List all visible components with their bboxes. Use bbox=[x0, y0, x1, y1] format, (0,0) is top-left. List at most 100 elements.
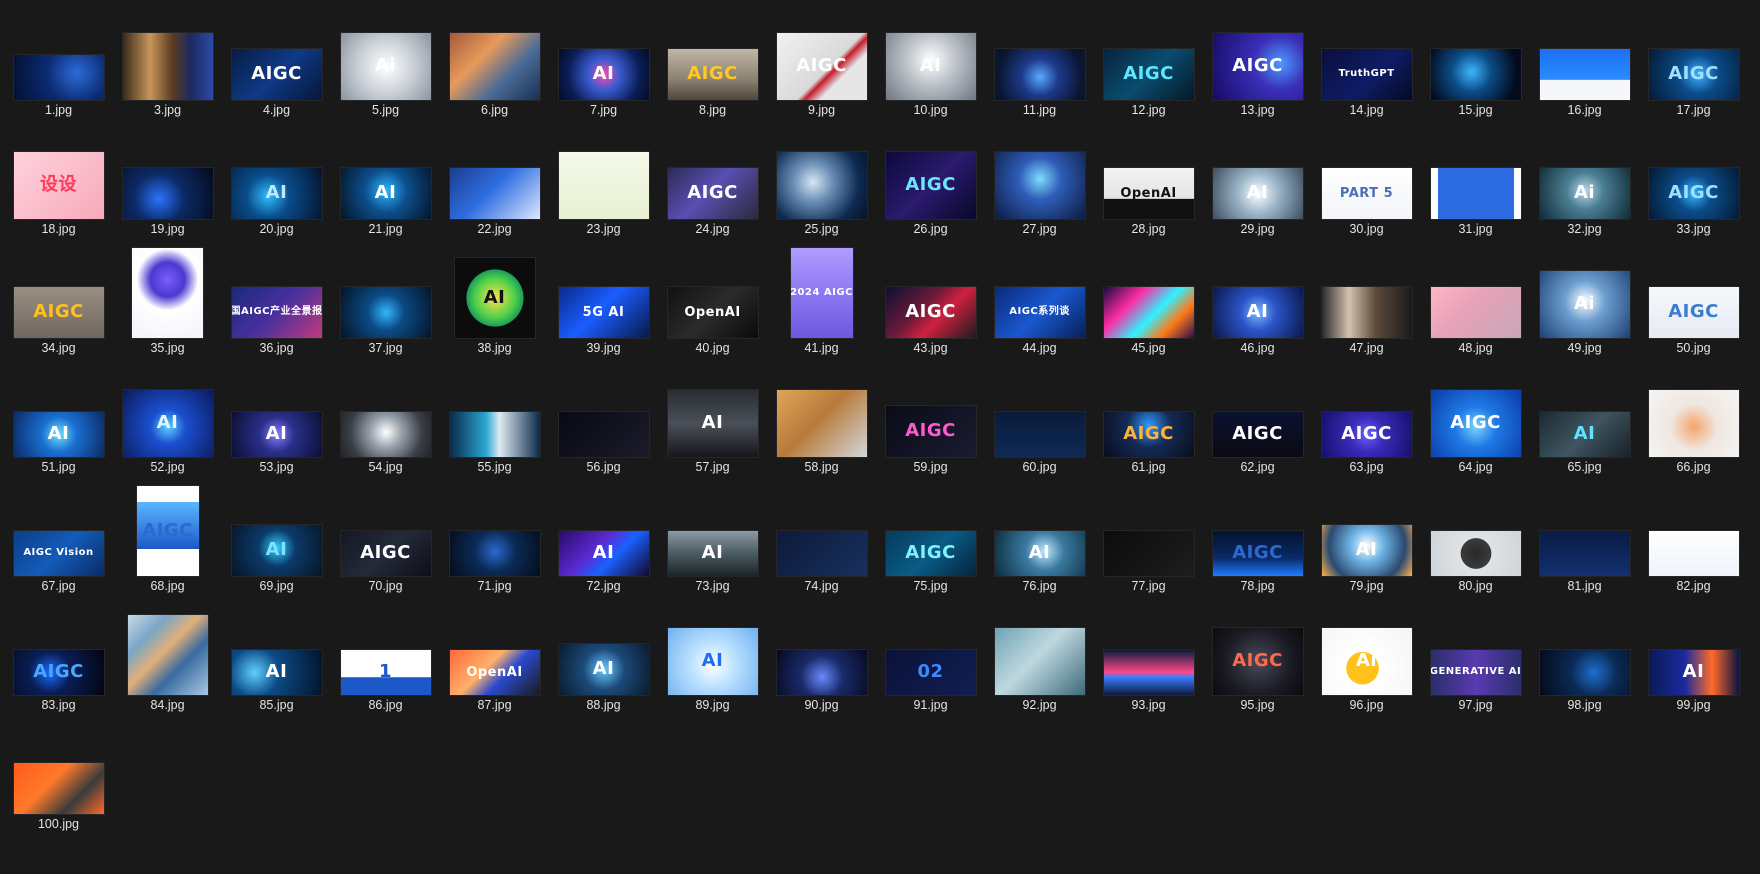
image-thumbnail[interactable]: AIGC bbox=[667, 168, 758, 219]
image-thumbnail[interactable] bbox=[1539, 531, 1630, 576]
file-item[interactable]: 1 86.jpg bbox=[331, 595, 440, 714]
file-item[interactable]: AI 52.jpg bbox=[113, 357, 222, 476]
file-item[interactable]: AI 89.jpg bbox=[658, 595, 767, 714]
file-item[interactable]: AIGC 33.jpg bbox=[1639, 119, 1748, 238]
image-thumbnail[interactable] bbox=[1539, 650, 1630, 695]
image-thumbnail[interactable]: AIGC bbox=[885, 152, 976, 219]
file-item[interactable]: AIGC 78.jpg bbox=[1203, 476, 1312, 595]
image-thumbnail[interactable] bbox=[122, 168, 213, 219]
image-thumbnail[interactable]: AI bbox=[558, 531, 649, 576]
image-thumbnail[interactable]: AIGC bbox=[885, 406, 976, 457]
file-item[interactable]: 1.jpg bbox=[4, 0, 113, 119]
image-thumbnail[interactable]: AIGC bbox=[1103, 49, 1194, 100]
image-thumbnail[interactable] bbox=[994, 152, 1085, 219]
file-item[interactable]: AI 20.jpg bbox=[222, 119, 331, 238]
file-item[interactable]: Ai 5.jpg bbox=[331, 0, 440, 119]
image-thumbnail[interactable] bbox=[449, 531, 540, 576]
image-thumbnail[interactable]: 设设 bbox=[13, 152, 104, 219]
image-thumbnail[interactable]: AI bbox=[13, 412, 104, 457]
file-item[interactable]: 02 91.jpg bbox=[876, 595, 985, 714]
file-item[interactable]: AIGC 61.jpg bbox=[1094, 357, 1203, 476]
file-item[interactable]: 45.jpg bbox=[1094, 238, 1203, 357]
file-item[interactable]: AIGC 17.jpg bbox=[1639, 0, 1748, 119]
image-thumbnail[interactable]: 中国AIGC产业全景报告 bbox=[231, 287, 322, 338]
image-thumbnail[interactable] bbox=[13, 55, 104, 100]
image-thumbnail[interactable]: AIGC bbox=[885, 287, 976, 338]
file-item[interactable]: 84.jpg bbox=[113, 595, 222, 714]
file-item[interactable]: AIGC 64.jpg bbox=[1421, 357, 1530, 476]
file-item[interactable]: GENERATIVE AI 97.jpg bbox=[1421, 595, 1530, 714]
file-item[interactable]: AIGC 95.jpg bbox=[1203, 595, 1312, 714]
image-thumbnail[interactable]: AIGC bbox=[13, 650, 104, 695]
image-thumbnail[interactable]: AIGC bbox=[667, 49, 758, 100]
file-item[interactable]: AIGC 70.jpg bbox=[331, 476, 440, 595]
image-thumbnail[interactable] bbox=[1430, 287, 1521, 338]
image-thumbnail[interactable]: AIGC bbox=[231, 49, 322, 100]
file-item[interactable]: 98.jpg bbox=[1530, 595, 1639, 714]
file-item[interactable]: 设设 18.jpg bbox=[4, 119, 113, 238]
image-thumbnail[interactable]: 2024 AIGC bbox=[790, 248, 853, 338]
file-item[interactable]: AI 57.jpg bbox=[658, 357, 767, 476]
image-thumbnail[interactable]: OpenAI bbox=[667, 287, 758, 338]
image-thumbnail[interactable]: AIGC bbox=[136, 486, 199, 576]
image-thumbnail[interactable]: AI bbox=[231, 412, 322, 457]
image-thumbnail[interactable]: AIGC bbox=[1212, 531, 1303, 576]
file-item[interactable]: 81.jpg bbox=[1530, 476, 1639, 595]
file-item[interactable]: AI 10.jpg bbox=[876, 0, 985, 119]
image-thumbnail[interactable] bbox=[449, 168, 540, 219]
file-item[interactable]: AIGC 24.jpg bbox=[658, 119, 767, 238]
image-thumbnail[interactable] bbox=[1430, 168, 1521, 219]
image-thumbnail[interactable] bbox=[776, 152, 867, 219]
image-thumbnail[interactable]: AI bbox=[122, 390, 213, 457]
image-thumbnail[interactable]: AI bbox=[558, 644, 649, 695]
image-thumbnail[interactable]: AIGC bbox=[1212, 33, 1303, 100]
file-item[interactable]: 11.jpg bbox=[985, 0, 1094, 119]
image-thumbnail[interactable]: AIGC bbox=[1103, 412, 1194, 457]
file-item[interactable]: AI 65.jpg bbox=[1530, 357, 1639, 476]
file-item[interactable]: TruthGPT 14.jpg bbox=[1312, 0, 1421, 119]
file-item[interactable]: AI 88.jpg bbox=[549, 595, 658, 714]
image-thumbnail[interactable] bbox=[1430, 531, 1521, 576]
image-thumbnail[interactable]: 5G AI bbox=[558, 287, 649, 338]
file-item[interactable]: AIGC 13.jpg bbox=[1203, 0, 1312, 119]
file-item[interactable]: 74.jpg bbox=[767, 476, 876, 595]
image-thumbnail[interactable]: AIGC bbox=[1212, 412, 1303, 457]
image-thumbnail[interactable] bbox=[132, 248, 203, 338]
file-item[interactable]: 54.jpg bbox=[331, 357, 440, 476]
image-thumbnail[interactable] bbox=[449, 412, 540, 457]
image-thumbnail[interactable]: AIGC bbox=[885, 531, 976, 576]
image-thumbnail[interactable] bbox=[1648, 390, 1739, 457]
image-thumbnail[interactable] bbox=[994, 49, 1085, 100]
file-item[interactable]: 80.jpg bbox=[1421, 476, 1530, 595]
file-item[interactable]: 71.jpg bbox=[440, 476, 549, 595]
image-thumbnail[interactable]: 1 bbox=[340, 650, 431, 695]
file-item[interactable]: AIGC 68.jpg bbox=[113, 476, 222, 595]
image-thumbnail[interactable]: AI bbox=[1539, 412, 1630, 457]
image-thumbnail[interactable] bbox=[127, 615, 208, 695]
image-thumbnail[interactable] bbox=[340, 412, 431, 457]
image-thumbnail[interactable] bbox=[1103, 650, 1194, 695]
image-thumbnail[interactable] bbox=[13, 763, 104, 814]
image-thumbnail[interactable]: AI bbox=[231, 525, 322, 576]
file-item[interactable]: AI 72.jpg bbox=[549, 476, 658, 595]
file-item[interactable]: AI 51.jpg bbox=[4, 357, 113, 476]
file-item[interactable]: AIGC 59.jpg bbox=[876, 357, 985, 476]
file-item[interactable]: AI 29.jpg bbox=[1203, 119, 1312, 238]
image-thumbnail[interactable] bbox=[558, 152, 649, 219]
file-item[interactable]: 5G AI 39.jpg bbox=[549, 238, 658, 357]
file-item[interactable]: AI 79.jpg bbox=[1312, 476, 1421, 595]
image-thumbnail[interactable] bbox=[558, 412, 649, 457]
file-item[interactable]: AIGC Vision 67.jpg bbox=[4, 476, 113, 595]
image-thumbnail[interactable]: Ai bbox=[1539, 271, 1630, 338]
image-thumbnail[interactable] bbox=[776, 390, 867, 457]
file-item[interactable]: 48.jpg bbox=[1421, 238, 1530, 357]
file-item[interactable]: AIGC 12.jpg bbox=[1094, 0, 1203, 119]
image-thumbnail[interactable] bbox=[776, 650, 867, 695]
image-thumbnail[interactable]: GENERATIVE AI bbox=[1430, 650, 1521, 695]
image-thumbnail[interactable] bbox=[994, 628, 1085, 695]
file-item[interactable]: 31.jpg bbox=[1421, 119, 1530, 238]
image-thumbnail[interactable]: AIGC bbox=[1648, 287, 1739, 338]
image-thumbnail[interactable]: AI bbox=[1212, 287, 1303, 338]
image-thumbnail[interactable]: AI bbox=[340, 168, 431, 219]
image-thumbnail[interactable] bbox=[1103, 287, 1194, 338]
